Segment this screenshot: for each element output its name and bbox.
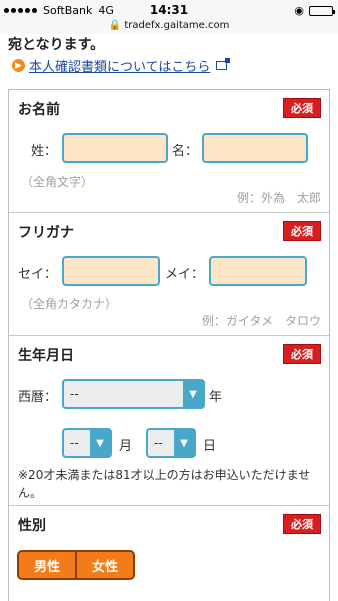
age-restriction-note: ※20才未満または81才以上の方はお申込いただけません。 xyxy=(18,468,311,500)
id-docs-link[interactable]: 本人確認書類についてはこちら xyxy=(29,56,210,75)
day-unit: 日 xyxy=(203,439,217,454)
year-select-value: -- xyxy=(70,387,79,401)
status-bar: SoftBank 4G 14:31 ◉ xyxy=(0,0,338,20)
arrow-right-icon: ▶ xyxy=(12,59,25,72)
year-unit: 年 xyxy=(209,390,223,405)
required-badge: 必須 xyxy=(283,98,321,118)
clock: 14:31 xyxy=(149,3,189,17)
chevron-down-icon: ▼ xyxy=(183,381,203,407)
section-kana: フリガナ 必須 セイ： メイ： （全角カタカナ） 例：ガイタメ タロウ xyxy=(9,213,329,336)
sei-kana-label: セイ： xyxy=(18,267,58,282)
external-link-icon xyxy=(216,58,231,70)
application-form: お名前 必須 姓： 名： （全角文字） 例：外為 太郎 フリガナ 必須 セイ： … xyxy=(8,89,330,601)
required-badge: 必須 xyxy=(283,221,321,241)
name-example: 例：外為 太郎 xyxy=(236,191,321,205)
kana-hint: （全角カタカナ） xyxy=(21,297,118,311)
section-name: お名前 必須 姓： 名： （全角文字） 例：外為 太郎 xyxy=(9,90,329,213)
orientation-lock-icon: ◉ xyxy=(294,4,304,17)
day-select-value: -- xyxy=(154,436,163,450)
lock-icon: 🔒 xyxy=(108,20,122,31)
section-birthdate: 生年月日 必須 西暦： -- ▼ 年 -- ▼ 月 -- ▼ 日 ※20才未満ま… xyxy=(9,336,329,506)
last-name-kana-input[interactable] xyxy=(62,256,160,286)
month-unit: 月 xyxy=(119,439,133,454)
battery-icon xyxy=(309,5,335,16)
kana-example: 例：ガイタメ タロウ xyxy=(201,314,321,328)
chevron-down-icon: ▼ xyxy=(90,430,110,456)
month-select-value: -- xyxy=(70,436,79,450)
month-select[interactable]: -- ▼ xyxy=(62,428,112,458)
required-badge: 必須 xyxy=(283,514,321,534)
name-hint: （全角文字） xyxy=(21,175,94,189)
mei-label: 名： xyxy=(172,144,199,159)
chevron-down-icon: ▼ xyxy=(174,430,194,456)
intro-text: 宛となります。 xyxy=(8,37,105,53)
mei-kana-label: メイ： xyxy=(165,267,205,282)
kana-title: フリガナ xyxy=(18,225,74,241)
url-bar[interactable]: 🔒 tradefx.gaitame.com xyxy=(0,20,338,34)
first-name-input[interactable] xyxy=(202,133,308,163)
day-select[interactable]: -- ▼ xyxy=(146,428,196,458)
name-title: お名前 xyxy=(18,102,60,118)
gender-toggle: 男性 女性 xyxy=(17,550,135,580)
female-button[interactable]: 女性 xyxy=(75,552,133,578)
first-name-kana-input[interactable] xyxy=(209,256,307,286)
gender-title: 性別 xyxy=(18,518,46,534)
required-badge: 必須 xyxy=(283,344,321,364)
birthdate-title: 生年月日 xyxy=(18,348,74,364)
era-label: 西暦： xyxy=(18,390,58,405)
male-button[interactable]: 男性 xyxy=(19,552,75,578)
url-text: tradefx.gaitame.com xyxy=(124,20,230,31)
last-name-input[interactable] xyxy=(62,133,168,163)
id-docs-link-row[interactable]: ▶ 本人確認書類についてはこちら xyxy=(12,56,231,75)
year-select[interactable]: -- ▼ xyxy=(62,379,205,409)
sei-label: 姓： xyxy=(31,144,58,159)
status-right: ◉ xyxy=(294,4,335,17)
